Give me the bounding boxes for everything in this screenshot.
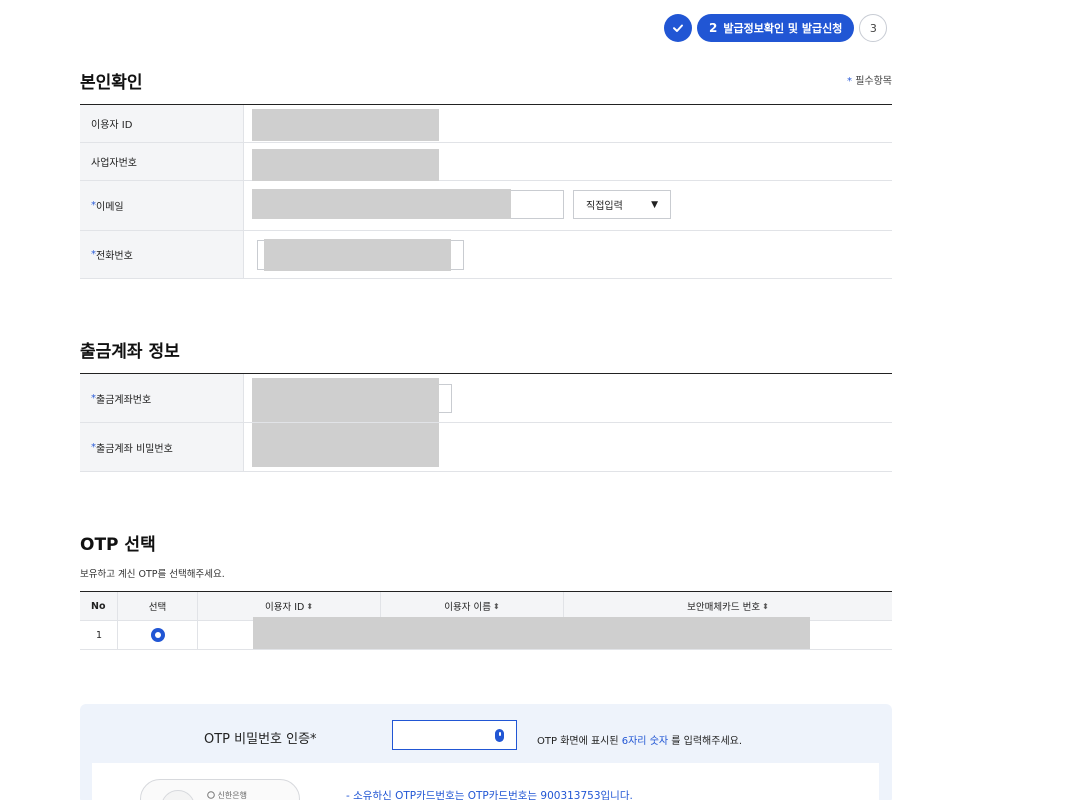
account-form: * 출금계좌번호 * 출금계좌 비밀번호 xyxy=(80,373,892,472)
business-number-row: 사업자번호 xyxy=(80,143,892,181)
otp-password-input[interactable] xyxy=(392,720,517,750)
sort-icon: ⬍ xyxy=(306,601,314,611)
phone-row: * 전화번호 xyxy=(80,231,892,279)
check-icon xyxy=(673,24,683,32)
otp-info-box: 신한은행 - 소유하신 OTP카드번호는 OTP카드번호는 900313753입… xyxy=(92,763,879,800)
caret-down-icon: ▼ xyxy=(651,199,658,210)
account-number-label: * 출금계좌번호 xyxy=(80,374,244,422)
otp-auth-panel: OTP 비밀번호 인증* OTP 화면에 표시된 6자리 숫자 를 입력해주세요… xyxy=(80,704,892,800)
email-row: * 이메일 직접입력 ▼ xyxy=(80,181,892,231)
otp-card-note: - 소유하신 OTP카드번호는 OTP카드번호는 900313753입니다. xyxy=(346,790,633,800)
col-select: 선택 xyxy=(118,592,198,620)
email-domain-select[interactable]: 직접입력 ▼ xyxy=(573,190,671,219)
account-number-value-masked xyxy=(252,378,439,422)
otp-select-section-title: OTP 선택 xyxy=(80,535,156,555)
step-current-label: 발급정보확인 및 발급신청 xyxy=(723,22,843,35)
account-number-row: * 출금계좌번호 xyxy=(80,374,892,423)
business-number-label: 사업자번호 xyxy=(80,143,244,180)
secure-keypad-icon[interactable] xyxy=(495,729,504,742)
required-note: * 필수항목 xyxy=(847,76,892,87)
otp-row-masked xyxy=(253,617,810,649)
step-current: 2 발급정보확인 및 발급신청 xyxy=(697,14,855,42)
identity-section-title: 본인확인 xyxy=(80,73,143,93)
phone-label: * 전화번호 xyxy=(80,231,244,278)
sort-icon: ⬍ xyxy=(493,601,500,611)
email-label: * 이메일 xyxy=(80,181,244,230)
account-password-value-masked xyxy=(252,423,439,467)
identity-form: 이용자 ID 사업자번호 * 이메일 직접입력 ▼ * 전화번호 xyxy=(80,104,892,279)
otp-auth-hint: OTP 화면에 표시된 6자리 숫자 를 입력해주세요. xyxy=(537,736,743,747)
business-number-value-masked xyxy=(252,149,439,181)
account-password-label: * 출금계좌 비밀번호 xyxy=(80,423,244,471)
account-section-title: 출금계좌 정보 xyxy=(80,342,180,362)
col-no: No xyxy=(80,592,118,620)
step-indicator: 2 발급정보확인 및 발급신청 3 xyxy=(664,14,888,42)
step-next: 3 xyxy=(859,14,888,42)
col-user-name[interactable]: 이용자 이름 ⬍ xyxy=(381,592,564,620)
email-value-masked xyxy=(252,189,511,219)
phone-value-masked xyxy=(264,239,451,271)
step-complete-check xyxy=(664,14,692,42)
sort-icon: ⬍ xyxy=(762,601,769,611)
user-id-value-masked xyxy=(252,109,439,141)
col-user-id[interactable]: 이용자 ID ⬍ xyxy=(198,592,381,620)
account-password-row: * 출금계좌 비밀번호 xyxy=(80,423,892,472)
bank-logo: 신한은행 xyxy=(207,790,247,800)
step-current-number: 2 xyxy=(709,21,718,35)
user-id-row: 이용자 ID xyxy=(80,105,892,143)
otp-select-help: 보유하고 계신 OTP를 선택해주세요. xyxy=(80,569,225,580)
col-security-card[interactable]: 보안매체카드 번호 ⬍ xyxy=(564,592,892,620)
row-number: 1 xyxy=(80,621,118,649)
row-select[interactable] xyxy=(118,621,198,649)
email-domain-select-value: 직접입력 xyxy=(586,201,623,212)
radio-selected-icon[interactable] xyxy=(150,628,165,642)
otp-card-button-icon xyxy=(161,790,195,800)
otp-card-image: 신한은행 xyxy=(140,779,300,800)
user-id-label: 이용자 ID xyxy=(80,105,244,142)
otp-auth-label: OTP 비밀번호 인증* xyxy=(204,732,317,747)
